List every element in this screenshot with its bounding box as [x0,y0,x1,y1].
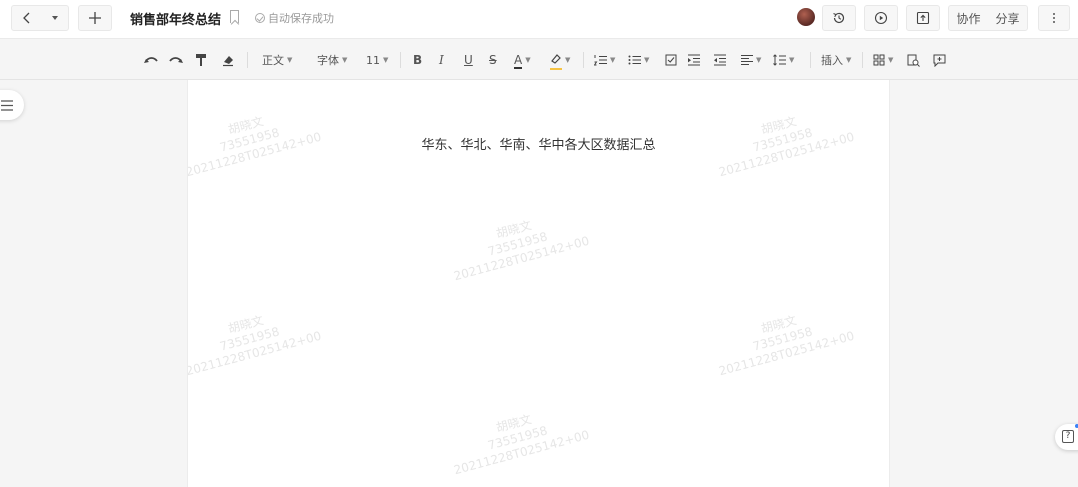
italic-button[interactable]: I [439,51,444,69]
align-icon [741,55,753,65]
bookmark-icon[interactable] [230,10,239,23]
divider [810,52,811,68]
highlight-icon [550,53,562,70]
outline-icon [1,99,13,111]
caret-down-icon: ▼ [383,56,389,64]
redo-button[interactable] [168,51,184,69]
outline-toggle-button[interactable] [0,90,24,120]
back-button-group[interactable] [11,5,69,31]
share-button[interactable]: 分享 [995,10,1019,27]
divider [583,52,584,68]
watermark: 胡晓文 73551958 20211228T025142+00 [710,101,856,181]
outdent-button[interactable] [714,51,726,69]
caret-down-icon: ▼ [610,56,616,64]
font-color-button[interactable]: A ▼ [514,51,531,69]
bullet-list-icon [628,55,641,65]
history-button[interactable] [822,5,856,31]
format-toolbar: 正文 ▼ 字体 ▼ 11 ▼ B I U S A ▼ ▼ ▼ ▼ ▼ ▼ 插入 ▼ [0,38,1078,80]
present-button[interactable] [906,5,940,31]
table-button[interactable]: ▼ [873,51,893,69]
more-button[interactable] [1038,5,1070,31]
underline-icon: U [464,53,473,67]
present-icon [916,11,930,25]
document-page[interactable]: 华东、华北、华南、华中各大区数据汇总 胡晓文 73551958 20211228… [187,80,890,487]
underline-button[interactable]: U [464,51,473,69]
strikethrough-icon: S [489,53,497,67]
font-color-icon: A [514,53,523,69]
line-height-button[interactable]: ▼ [773,51,794,69]
table-icon [873,54,885,66]
align-button[interactable]: ▼ [741,51,761,69]
font-family-label: 字体 [317,54,339,67]
save-status: 自动保存成功 [255,10,334,26]
divider [247,52,248,68]
avatar[interactable] [797,8,815,26]
caret-down-icon: ▼ [525,56,531,64]
play-icon [874,11,888,25]
watermark: 胡晓文 73551958 20211228T025142+00 [188,300,323,380]
strikethrough-button[interactable]: S [489,51,497,69]
format-painter-icon [196,54,206,66]
caret-down-icon[interactable] [52,15,58,21]
indent-icon [688,54,700,66]
insert-label: 插入 [821,54,843,67]
paragraph-style-dropdown[interactable]: 正文 ▼ [262,51,292,69]
comment-button[interactable] [933,51,946,69]
caret-down-icon: ▼ [644,56,650,64]
caret-down-icon: ▼ [342,56,348,64]
insert-dropdown[interactable]: 插入 ▼ [821,51,851,69]
caret-down-icon: ▼ [888,56,894,64]
watermark: 胡晓文 73551958 20211228T025142+00 [188,101,323,181]
divider [862,52,863,68]
history-icon [833,12,845,24]
indent-button[interactable] [688,51,700,69]
caret-down-icon: ▼ [756,56,762,64]
eraser-icon [223,56,233,67]
watermark: 胡晓文 73551958 20211228T025142+00 [710,300,856,380]
bold-button[interactable]: B [413,51,422,69]
watermark: 胡晓文 73551958 20211228T025142+00 [445,399,591,479]
bold-icon: B [413,53,423,67]
font-family-dropdown[interactable]: 字体 ▼ [317,51,347,69]
clear-format-button[interactable] [221,51,235,69]
watermark: 胡晓文 73551958 20211228T025142+00 [445,205,591,285]
find-replace-button[interactable] [907,51,920,69]
checklist-button[interactable] [665,51,677,69]
save-status-text: 自动保存成功 [268,12,334,25]
collab-button[interactable]: 协作 [956,10,980,27]
doc-title[interactable]: 销售部年终总结 [130,9,221,28]
plus-icon [89,12,101,24]
checkbox-icon [665,54,677,66]
outdent-icon [714,54,726,66]
play-button[interactable] [864,5,898,31]
check-circle-icon [255,13,265,23]
caret-down-icon: ▼ [565,56,571,64]
line-height-icon [773,54,786,66]
help-icon: ? [1062,430,1074,443]
help-button[interactable]: ? [1055,424,1078,450]
italic-icon: I [439,53,444,67]
divider [400,52,401,68]
back-arrow-icon[interactable] [22,12,32,24]
more-icon [1053,13,1055,23]
find-replace-icon [907,54,920,67]
undo-icon [144,57,158,63]
font-size-dropdown[interactable]: 11 ▼ [366,51,388,69]
collab-share-group: 协作 分享 [948,5,1028,31]
ordered-list-button[interactable]: ▼ [594,51,615,69]
ordered-list-icon [594,55,607,66]
caret-down-icon: ▼ [789,56,795,64]
bullet-list-button[interactable]: ▼ [628,51,649,69]
new-doc-button[interactable] [78,5,112,31]
caret-down-icon: ▼ [846,56,852,64]
undo-button[interactable] [143,51,159,69]
paragraph-style-label: 正文 [262,54,284,67]
highlight-button[interactable]: ▼ [550,51,571,70]
format-painter-button[interactable] [195,51,207,69]
font-size-label: 11 [366,53,380,67]
caret-down-icon: ▼ [287,56,293,64]
top-bar: 销售部年终总结 自动保存成功 协作 分享 [0,0,1078,38]
comment-icon [933,54,946,67]
redo-icon [169,57,183,63]
